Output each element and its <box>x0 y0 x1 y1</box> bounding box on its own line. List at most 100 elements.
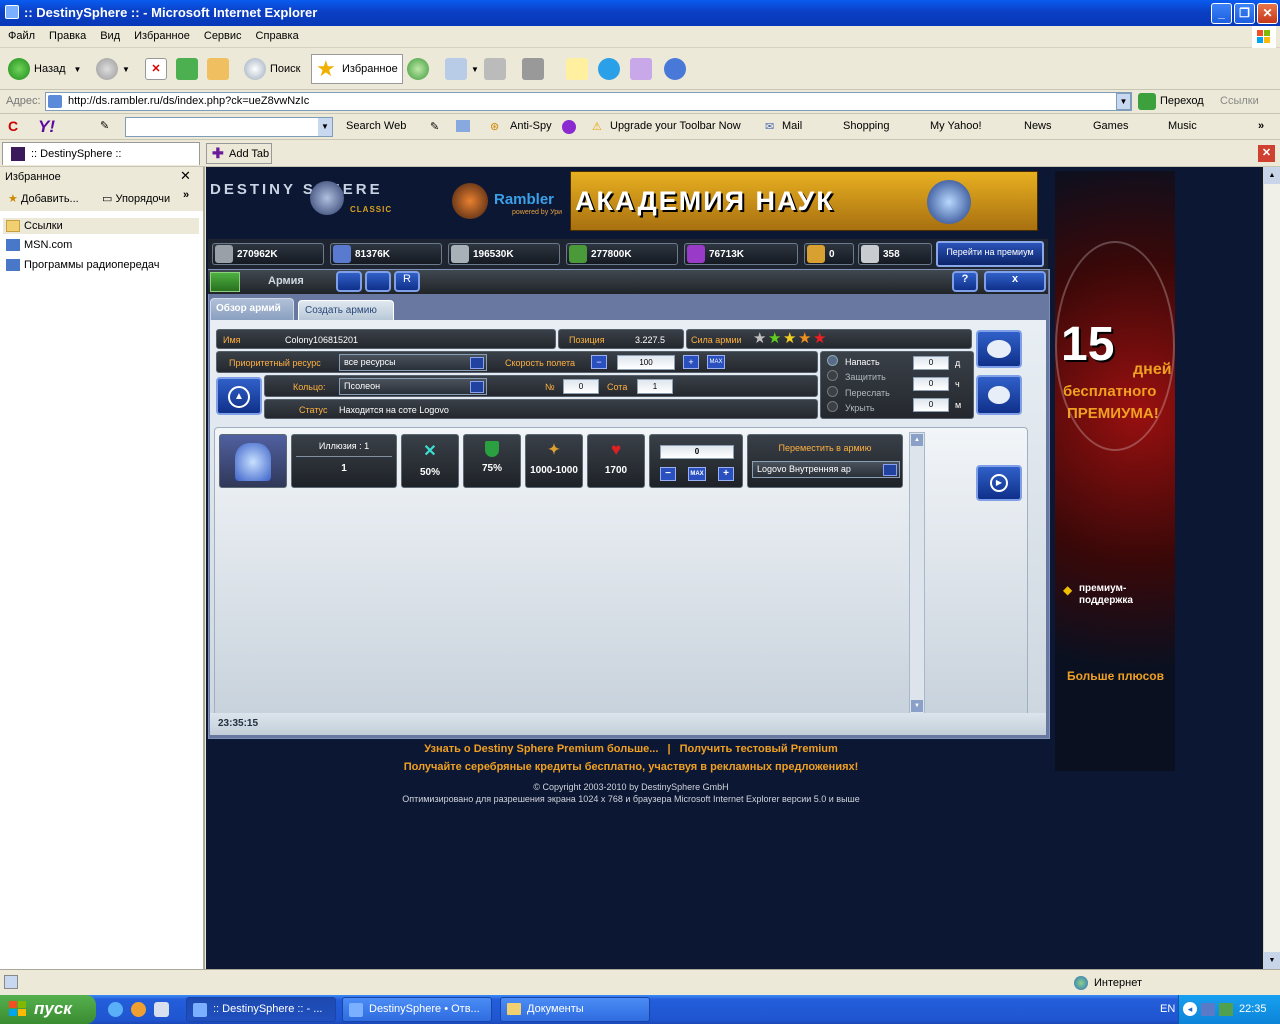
links-label[interactable]: Ссылки <box>1220 95 1259 107</box>
upgrade-toolbar-link[interactable]: Upgrade your Toolbar Now <box>610 120 741 132</box>
hours-input[interactable]: 0 <box>913 377 949 391</box>
menu-tools[interactable]: Сервис <box>196 26 248 42</box>
favorite-links-folder[interactable]: Ссылки <box>3 218 199 234</box>
speed-input[interactable]: 100 <box>617 355 675 370</box>
units-scrollbar[interactable]: ▲ ▼ <box>909 432 925 714</box>
menu-view[interactable]: Вид <box>92 26 126 42</box>
army-section-icon[interactable] <box>210 272 240 292</box>
silver-credits-link[interactable]: Получайте серебряные кредиты бесплатно, … <box>206 761 1056 773</box>
order-attack[interactable]: Напасть <box>825 354 905 370</box>
ybar-games[interactable]: Games <box>1093 120 1128 132</box>
forward-button[interactable]: ▼ <box>96 54 130 84</box>
tray-expand-icon[interactable]: ◂ <box>1183 1002 1197 1016</box>
favorite-radio[interactable]: Программы радиопередач <box>6 259 160 271</box>
days-input[interactable]: 0 <box>913 356 949 370</box>
science-banner[interactable]: АКАДЕМИЯ НАУК <box>570 171 1038 231</box>
task-destinysphere[interactable]: :: DestinySphere :: - ... <box>186 997 336 1022</box>
scroll-down-button[interactable]: ▼ <box>911 700 923 712</box>
page-scroll-up[interactable]: ▲ <box>1264 167 1280 184</box>
search-button[interactable]: Поиск <box>244 54 300 84</box>
speed-plus-button[interactable]: + <box>683 355 699 369</box>
ybar-mail[interactable]: Mail <box>782 120 802 132</box>
number-input[interactable]: 0 <box>563 379 599 394</box>
back-button[interactable]: Назад ▼ <box>8 54 81 84</box>
mail-button[interactable]: ▼ <box>445 54 479 84</box>
task-forum[interactable]: DestinySphere • Отв... <box>342 997 492 1022</box>
order-defend[interactable]: Защитить <box>825 369 905 385</box>
yahoo-logo[interactable]: Y! <box>38 117 55 137</box>
yahoo-search-dropdown[interactable]: ▼ <box>318 118 332 136</box>
premium-info-link[interactable]: Узнать о Destiny Sphere Premium больше..… <box>424 743 658 755</box>
priority-select[interactable]: все ресурсы <box>339 354 487 371</box>
r-button[interactable]: R <box>394 271 420 292</box>
premium-ad[interactable]: 15 дней бесплатного ПРЕМИУМА! ◆ премиум-… <box>1055 171 1175 771</box>
page-scrollbar[interactable]: ▲ ▼ <box>1263 167 1280 969</box>
yahoo-search-input[interactable] <box>125 117 333 137</box>
address-input[interactable]: http://ds.rambler.ru/ds/index.php?ck=ueZ… <box>45 92 1132 111</box>
ybar-news[interactable]: News <box>1024 120 1052 132</box>
start-button[interactable]: пуск <box>0 995 96 1024</box>
yahoo-c-icon[interactable]: C <box>8 118 30 136</box>
order-hide[interactable]: Укрыть <box>825 400 905 416</box>
move-max-button[interactable]: MAX <box>688 467 706 481</box>
move-minus-button[interactable]: − <box>660 467 676 481</box>
network-icon[interactable] <box>1201 1003 1215 1016</box>
ybar-shopping[interactable]: Shopping <box>843 120 890 132</box>
speed-minus-button[interactable]: − <box>591 355 607 369</box>
minimize-button[interactable]: _ <box>1211 3 1232 24</box>
address-dropdown[interactable]: ▼ <box>1116 93 1131 110</box>
sun-icon[interactable] <box>365 271 391 292</box>
minutes-input[interactable]: 0 <box>913 398 949 412</box>
chevron-right-icon[interactable]: » <box>1258 120 1264 132</box>
unit-portrait[interactable] <box>219 434 287 488</box>
scroll-up-button[interactable]: ▲ <box>911 434 923 446</box>
more-chevron-icon[interactable]: » <box>183 189 189 201</box>
favorite-msn[interactable]: MSN.com <box>6 239 72 251</box>
media-quicklaunch-icon[interactable] <box>131 1002 146 1017</box>
pencil-icon[interactable]: ✎ <box>100 119 116 133</box>
ring-select[interactable]: Псолеон <box>339 378 487 395</box>
favorites-button[interactable]: ★ Избранное <box>311 54 403 84</box>
menu-edit[interactable]: Правка <box>41 26 92 42</box>
move-plus-button[interactable]: + <box>718 467 734 481</box>
move-quantity-input[interactable]: 0 <box>660 445 734 459</box>
home-button[interactable] <box>207 54 233 84</box>
rambler-logo[interactable]: Rambler <box>494 191 554 208</box>
collapse-button[interactable]: ▲ <box>216 377 262 415</box>
add-tab-button[interactable]: ✚ Add Tab <box>206 143 272 164</box>
yahoo-answers-icon[interactable] <box>562 120 576 134</box>
clock[interactable]: 22:35 <box>1239 1003 1267 1015</box>
ybar-music[interactable]: Music <box>1168 120 1197 132</box>
army-tool-1[interactable] <box>336 271 362 292</box>
speed-max-button[interactable]: MAX <box>707 355 725 369</box>
close-section-button[interactable]: x <box>984 271 1046 292</box>
order-send[interactable]: Переслать <box>825 385 905 401</box>
menu-favorites[interactable]: Избранное <box>126 26 196 42</box>
research-button[interactable] <box>630 54 656 84</box>
edit-button[interactable] <box>522 54 548 84</box>
close-tab-button[interactable]: ✕ <box>1258 145 1275 162</box>
ie-quicklaunch-icon[interactable] <box>108 1002 123 1017</box>
go-premium-button[interactable]: Перейти на премиум <box>936 241 1044 267</box>
desktop-quicklaunch-icon[interactable] <box>154 1002 169 1017</box>
move-confirm-button[interactable]: ▶ <box>976 465 1022 501</box>
discuss-button[interactable] <box>566 54 592 84</box>
menu-help[interactable]: Справка <box>248 26 305 42</box>
close-pane-icon[interactable]: ✕ <box>180 168 191 184</box>
add-favorite-button[interactable]: ★ Добавить... <box>8 192 79 205</box>
msn-button[interactable] <box>664 54 690 84</box>
tab-destinysphere[interactable]: :: DestinySphere :: <box>2 142 200 165</box>
maximize-button[interactable]: ❐ <box>1234 3 1255 24</box>
tab-army-overview[interactable]: Обзор армий <box>210 298 294 320</box>
close-button[interactable]: ✕ <box>1257 3 1278 24</box>
search-web-button[interactable]: Search Web <box>346 120 406 132</box>
print-button[interactable] <box>484 54 510 84</box>
test-premium-link[interactable]: Получить тестовый Premium <box>680 743 838 755</box>
stop-button[interactable]: ✕ <box>145 54 171 84</box>
language-indicator[interactable]: EN <box>1160 1003 1175 1015</box>
resources-button[interactable] <box>976 375 1022 415</box>
messenger-button[interactable] <box>598 54 624 84</box>
history-button[interactable] <box>407 54 433 84</box>
refresh-button[interactable] <box>176 54 202 84</box>
go-icon[interactable] <box>1138 93 1156 110</box>
